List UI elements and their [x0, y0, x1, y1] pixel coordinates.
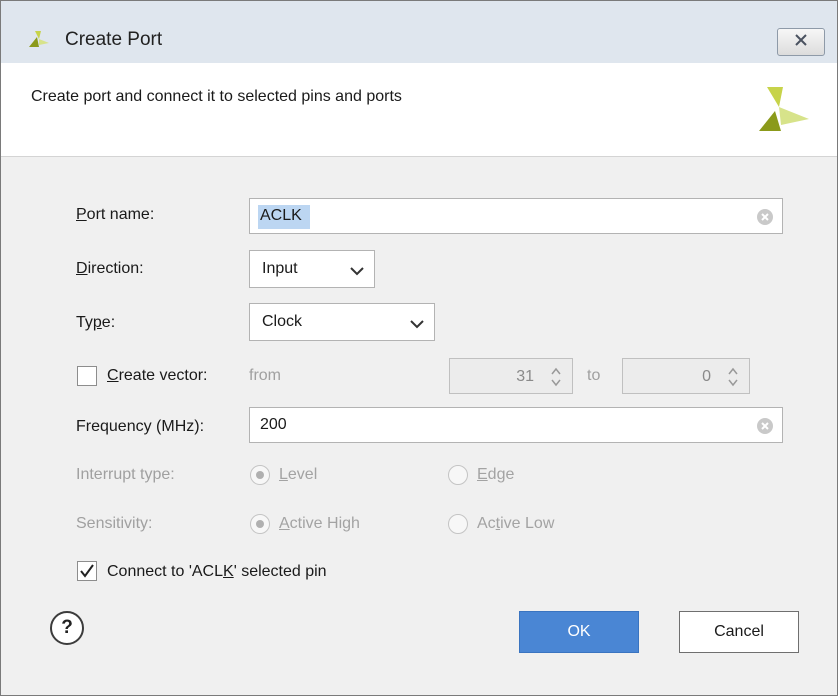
window-title: Create Port	[65, 29, 163, 50]
active-high-radio[interactable]	[250, 514, 270, 534]
close-button[interactable]	[777, 28, 825, 56]
interrupt-edge-radio[interactable]	[448, 465, 468, 485]
vivado-logo-icon	[27, 29, 51, 54]
interrupt-level-label: Level	[279, 466, 318, 483]
type-select[interactable]: Clock	[249, 303, 435, 341]
title-bar: Create Port	[1, 1, 837, 63]
active-high-label: Active High	[279, 515, 360, 532]
direction-value: Input	[262, 260, 298, 277]
chevron-down-icon	[350, 263, 364, 281]
dialog-header: Create port and connect it to selected p…	[1, 63, 837, 157]
sensitivity-label: Sensitivity:	[76, 515, 153, 532]
port-name-input[interactable]	[250, 199, 782, 233]
create-port-dialog: Create Port Create port and connect it t…	[0, 0, 838, 696]
create-vector-checkbox[interactable]	[77, 366, 97, 386]
chevron-down-icon	[410, 316, 424, 334]
to-label: to	[587, 367, 601, 384]
vivado-logo-large-icon	[757, 85, 811, 138]
help-icon: ?	[61, 617, 73, 638]
help-button[interactable]: ?	[50, 611, 84, 645]
from-value: 31	[516, 368, 534, 385]
active-low-radio[interactable]	[448, 514, 468, 534]
frequency-label: Frequency (MHz):	[76, 418, 205, 435]
to-value: 0	[702, 368, 711, 385]
connect-pin-label: Connect to 'ACLK' selected pin	[107, 563, 327, 580]
to-spinner[interactable]: 0	[622, 358, 750, 394]
type-label: Type:	[76, 314, 116, 331]
close-icon	[794, 33, 808, 51]
direction-select[interactable]: Input	[249, 250, 375, 288]
active-low-label: Active Low	[477, 515, 555, 532]
dialog-description: Create port and connect it to selected p…	[31, 88, 402, 105]
spinner-arrows-icon[interactable]	[727, 365, 739, 394]
frequency-field[interactable]	[249, 407, 783, 443]
from-spinner[interactable]: 31	[449, 358, 573, 394]
port-name-label: Port name:	[76, 206, 155, 223]
frequency-input[interactable]	[250, 408, 782, 442]
direction-label: Direction:	[76, 260, 144, 277]
clear-icon[interactable]	[756, 208, 774, 226]
clear-icon[interactable]	[756, 417, 774, 435]
port-name-field[interactable]	[249, 198, 783, 234]
ok-button[interactable]: OK	[519, 611, 639, 653]
interrupt-edge-label: Edge	[477, 466, 515, 483]
from-label: from	[249, 367, 281, 384]
create-vector-label: Create vector:	[107, 367, 208, 384]
interrupt-level-radio[interactable]	[250, 465, 270, 485]
cancel-button[interactable]: Cancel	[679, 611, 799, 653]
spinner-arrows-icon[interactable]	[550, 365, 562, 394]
type-value: Clock	[262, 313, 303, 330]
connect-pin-checkbox[interactable]	[77, 561, 97, 581]
interrupt-type-label: Interrupt type:	[76, 466, 175, 483]
